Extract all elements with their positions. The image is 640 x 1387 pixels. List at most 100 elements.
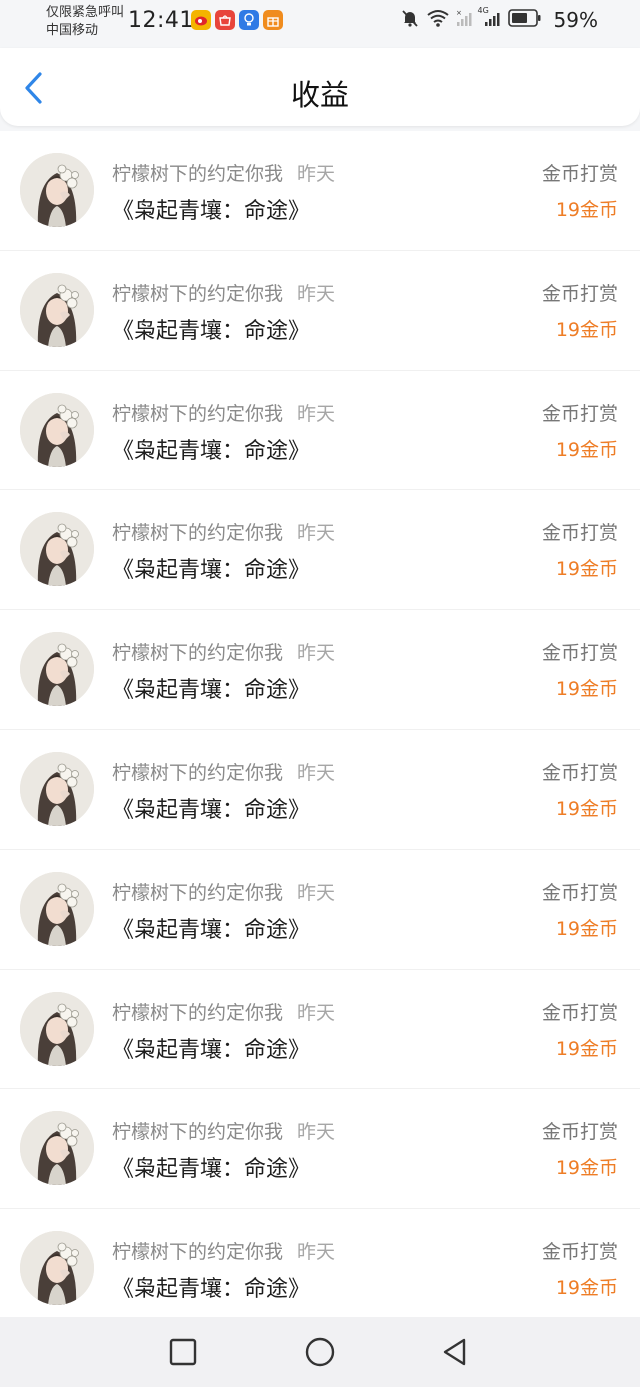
avatar <box>20 392 94 467</box>
reward-date: 昨天 <box>297 402 336 425</box>
svg-text:×: × <box>456 9 462 17</box>
rewarder-name: 柠檬树下的约定你我 <box>112 1121 284 1144</box>
signal-no-sim-icon: × <box>456 8 474 32</box>
reward-type: 金币打赏 <box>541 1241 618 1264</box>
nav-back-button[interactable] <box>440 1337 470 1367</box>
reward-amount: 19金币 <box>555 1277 618 1300</box>
reward-date: 昨天 <box>297 163 336 185</box>
earnings-row[interactable]: 柠檬树下的约定你我 昨天 《枭起青壤：命途》 金币打赏 19金币 <box>0 730 640 850</box>
book-title: 《枭起青壤：命途》 <box>112 438 311 464</box>
reward-type: 金币打赏 <box>541 522 618 545</box>
app-header: 收益 <box>0 48 640 126</box>
rewarder-line: 柠檬树下的约定你我 昨天 <box>112 399 335 426</box>
home-circle-icon <box>305 1337 335 1367</box>
earnings-row[interactable]: 柠檬树下的约定你我 昨天 《枭起青壤：命途》 金币打赏 19金币 <box>0 490 640 611</box>
system-nav-bar <box>0 1317 640 1387</box>
reward-type: 金币打赏 <box>541 282 618 305</box>
reward-amount: 19金币 <box>555 318 618 341</box>
book-title: 《枭起青壤：命途》 <box>112 1157 311 1183</box>
status-bar: 仅限紧急呼叫 中国移动 12:41 × 4G 59% <box>0 0 640 48</box>
avatar <box>20 991 94 1066</box>
battery-percentage: 59% <box>553 8 598 32</box>
recent-apps-square-icon <box>169 1338 197 1366</box>
reward-amount: 19金币 <box>555 1037 618 1060</box>
reward-type: 金币打赏 <box>541 761 618 784</box>
reward-type: 金币打赏 <box>541 642 618 665</box>
rewarder-name: 柠檬树下的约定你我 <box>112 881 284 904</box>
gift-app-icon <box>263 10 283 30</box>
reward-type: 金币打赏 <box>541 1001 618 1024</box>
battery-icon <box>507 9 542 31</box>
reward-amount: 19金币 <box>555 678 618 701</box>
reward-date: 昨天 <box>297 522 336 545</box>
rewarder-line: 柠檬树下的约定你我 昨天 <box>112 878 335 905</box>
back-triangle-icon <box>443 1338 466 1366</box>
rewarder-name: 柠檬树下的约定你我 <box>112 163 284 185</box>
earnings-row[interactable]: 柠檬树下的约定你我 昨天 《枭起青壤：命途》 金币打赏 19金币 <box>0 850 640 970</box>
weibo-app-icon <box>191 10 211 30</box>
earnings-row[interactable]: 柠檬树下的约定你我 昨天 《枭起青壤：命途》 金币打赏 19金币 <box>0 371 640 491</box>
rewarder-line: 柠檬树下的约定你我 昨天 <box>112 998 335 1025</box>
reward-date: 昨天 <box>297 642 336 665</box>
cellular-signal-icon: 4G <box>477 6 502 32</box>
rewarder-line: 柠檬树下的约定你我 昨天 <box>112 1237 335 1264</box>
reward-type: 金币打赏 <box>541 163 618 185</box>
book-title: 《枭起青壤：命途》 <box>112 1277 311 1303</box>
huawei-store-icon <box>215 10 235 30</box>
avatar <box>20 512 94 587</box>
notification-app-icons <box>191 10 283 30</box>
reward-amount: 19金币 <box>555 199 618 221</box>
page-title: 收益 <box>290 78 349 112</box>
avatar <box>20 1111 94 1186</box>
rewarder-name: 柠檬树下的约定你我 <box>112 761 284 784</box>
reward-date: 昨天 <box>297 282 336 305</box>
carrier-name: 中国移动 <box>46 23 99 38</box>
earnings-row[interactable]: 柠檬树下的约定你我 昨天 《枭起青壤：命途》 金币打赏 19金币 <box>0 1209 640 1317</box>
reward-date: 昨天 <box>297 1121 336 1144</box>
reward-type: 金币打赏 <box>541 1121 618 1144</box>
rewarder-line: 柠檬树下的约定你我 昨天 <box>112 518 335 545</box>
reward-amount: 19金币 <box>555 797 618 820</box>
book-title: 《枭起青壤：命途》 <box>112 199 311 224</box>
lightbulb-app-icon <box>239 10 259 30</box>
rewarder-line: 柠檬树下的约定你我 昨天 <box>112 279 335 306</box>
book-title: 《枭起青壤：命途》 <box>112 1037 311 1063</box>
book-title: 《枭起青壤：命途》 <box>112 318 311 344</box>
reward-amount: 19金币 <box>555 1157 618 1180</box>
reward-date: 昨天 <box>297 1241 336 1264</box>
rewarder-name: 柠檬树下的约定你我 <box>112 642 284 665</box>
status-indicators: × 4G 59% <box>400 6 598 32</box>
home-button[interactable] <box>305 1337 335 1367</box>
earnings-row[interactable]: 柠檬树下的约定你我 昨天 《枭起青壤：命途》 金币打赏 19金币 <box>0 1089 640 1210</box>
rewarder-line: 柠檬树下的约定你我 昨天 <box>112 159 335 186</box>
reward-date: 昨天 <box>297 881 336 904</box>
avatar <box>20 1231 94 1306</box>
rewarder-name: 柠檬树下的约定你我 <box>112 402 284 425</box>
avatar <box>20 272 94 347</box>
wifi-icon <box>426 8 450 32</box>
avatar <box>20 153 94 227</box>
book-title: 《枭起青壤：命途》 <box>112 678 311 704</box>
carrier-emergency-text: 仅限紧急呼叫 <box>46 5 125 20</box>
carrier-info: 仅限紧急呼叫 中国移动 <box>46 4 124 40</box>
earnings-row[interactable]: 柠檬树下的约定你我 昨天 《枭起青壤：命途》 金币打赏 19金币 <box>0 131 640 251</box>
bell-off-icon <box>400 8 420 32</box>
rewarder-line: 柠檬树下的约定你我 昨天 <box>112 1117 335 1144</box>
reward-amount: 19金币 <box>555 438 618 461</box>
avatar <box>20 871 94 946</box>
rewarder-name: 柠檬树下的约定你我 <box>112 1001 284 1024</box>
earnings-row[interactable]: 柠檬树下的约定你我 昨天 《枭起青壤：命途》 金币打赏 19金币 <box>0 251 640 371</box>
status-time: 12:41 <box>128 8 194 33</box>
rewarder-name: 柠檬树下的约定你我 <box>112 1241 284 1264</box>
reward-amount: 19金币 <box>555 558 618 581</box>
earnings-row[interactable]: 柠檬树下的约定你我 昨天 《枭起青壤：命途》 金币打赏 19金币 <box>0 970 640 1090</box>
recent-apps-button[interactable] <box>168 1337 198 1367</box>
network-type-label: 4G <box>477 6 489 15</box>
earnings-row[interactable]: 柠檬树下的约定你我 昨天 《枭起青壤：命途》 金币打赏 19金币 <box>0 610 640 730</box>
earnings-list[interactable]: 柠檬树下的约定你我 昨天 《枭起青壤：命途》 金币打赏 19金币 柠檬树下的约定你… <box>0 131 640 1317</box>
reward-amount: 19金币 <box>555 917 618 940</box>
book-title: 《枭起青壤：命途》 <box>112 558 311 584</box>
avatar <box>20 751 94 826</box>
rewarder-line: 柠檬树下的约定你我 昨天 <box>112 638 335 665</box>
reward-type: 金币打赏 <box>541 881 618 904</box>
